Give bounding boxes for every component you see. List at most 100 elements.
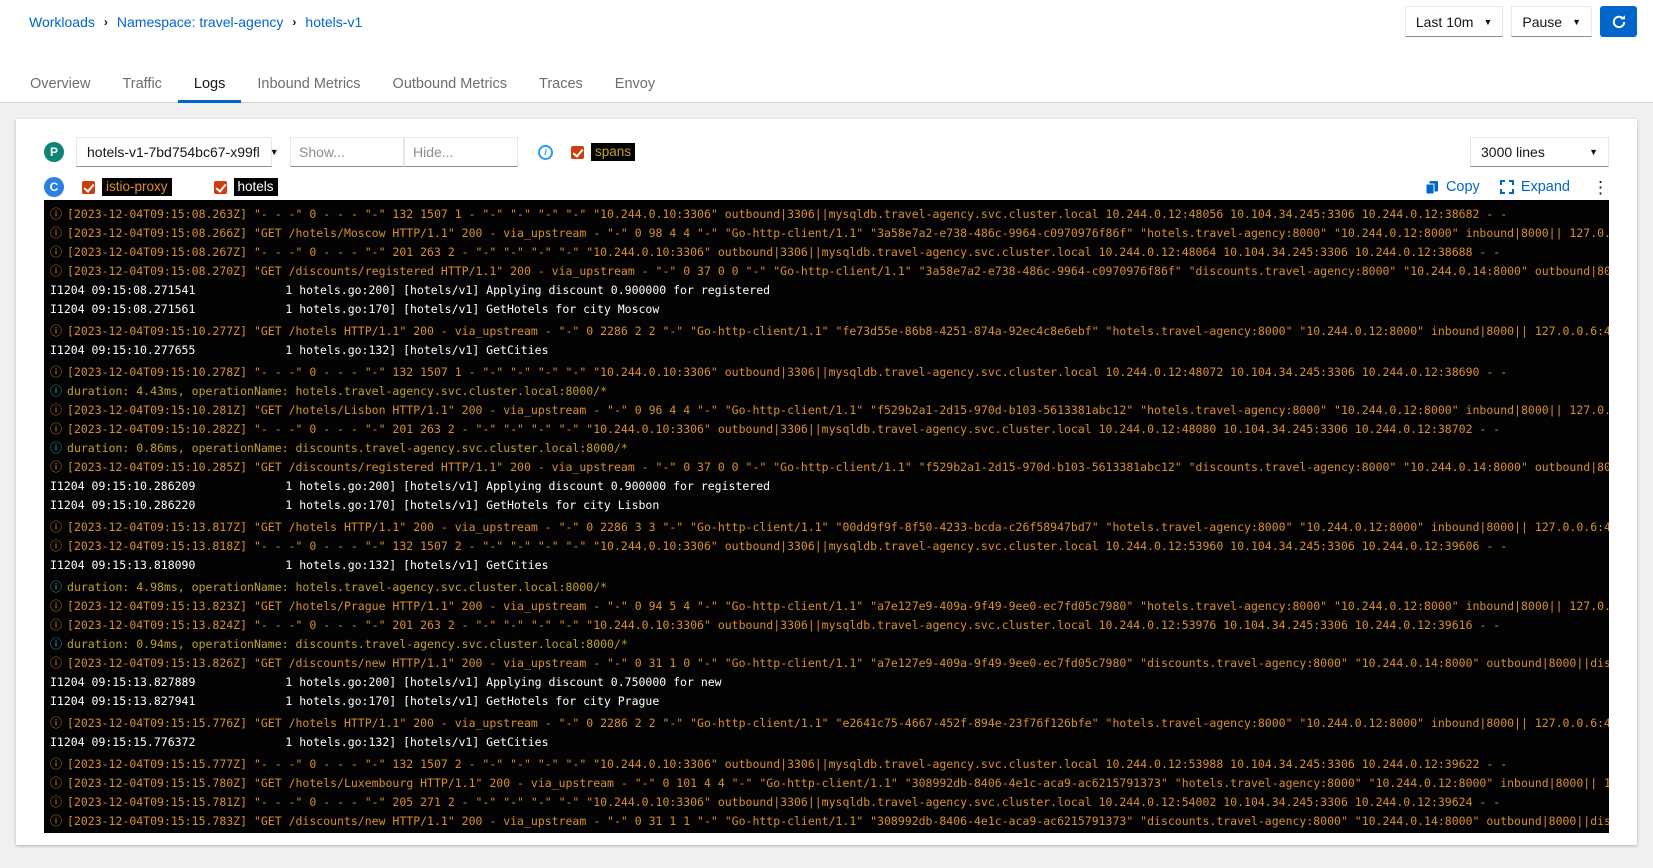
pod-select-value: hotels-v1-7bd754bc67-x99fl	[87, 144, 260, 160]
log-line: ⓘ[2023-12-04T09:15:08.263Z] "- - -" 0 - …	[50, 205, 1609, 224]
info-icon: ⓘ	[50, 755, 62, 774]
log-line: ⓘ duration: 4.98ms, operationName: hotels…	[50, 578, 1609, 597]
log-line: ⓘ[2023-12-04T09:15:15.777Z] "- - -" 0 - …	[50, 755, 1609, 774]
log-line-text: [2023-12-04T09:15:10.278Z] "- - -" 0 - -…	[67, 365, 1507, 379]
breadcrumb-workload-name[interactable]: hotels-v1	[305, 14, 362, 30]
refresh-interval-value: Pause	[1522, 14, 1562, 30]
show-filter-input[interactable]	[290, 137, 404, 167]
info-icon: ⓘ	[50, 262, 62, 281]
chevron-right-icon: ›	[104, 15, 108, 29]
log-line-text: [2023-12-04T09:15:08.263Z] "- - -" 0 - -…	[67, 207, 1507, 221]
span-info-icon[interactable]: ⓘ	[50, 578, 62, 597]
log-line-text: [2023-12-04T09:15:15.780Z] "GET /hotels/…	[67, 776, 1609, 790]
span-info-icon[interactable]: ⓘ	[50, 382, 62, 401]
tab-outbound-metrics[interactable]: Outbound Metrics	[377, 70, 523, 102]
refresh-interval-select[interactable]: Pause ▼	[1511, 6, 1592, 37]
breadcrumb-workloads[interactable]: Workloads	[29, 14, 95, 30]
content-area: P hotels-v1-7bd754bc67-x99fl ▼ i spans 3…	[0, 103, 1653, 868]
log-line-text: duration: 0.86ms, operationName: discoun…	[67, 441, 628, 455]
hotels-checkbox[interactable]	[214, 181, 227, 194]
log-line-text: [2023-12-04T09:15:10.282Z] "- - -" 0 - -…	[67, 422, 1500, 436]
copy-icon	[1425, 180, 1439, 195]
log-line-text: I1204 09:15:13.818090 1 hotels.go:132] […	[50, 558, 549, 572]
log-line-text: duration: 4.43ms, operationName: hotels.…	[67, 384, 607, 398]
log-line: ⓘ[2023-12-04T09:15:13.817Z] "GET /hotels…	[50, 518, 1609, 537]
copy-button[interactable]: Copy	[1425, 179, 1480, 195]
log-line-text: I1204 09:15:10.286209 1 hotels.go:200] […	[50, 479, 770, 493]
log-line-text: I1204 09:15:08.271541 1 hotels.go:200] […	[50, 283, 770, 297]
log-line: I1204 09:15:13.827941 1 hotels.go:170] […	[50, 692, 1609, 711]
log-line: ⓘ [2023-12-04T09:15:13.824Z] "- - -" 0 - …	[50, 616, 1609, 635]
log-line: I1204 09:15:15.776372 1 hotels.go:132] […	[50, 733, 1609, 752]
log-line-text: duration: 0.94ms, operationName: discoun…	[67, 637, 628, 651]
log-line-text: [2023-12-04T09:15:13.826Z] "GET /discoun…	[67, 656, 1609, 670]
workload-tabs: Overview Traffic Logs Inbound Metrics Ou…	[0, 70, 1653, 103]
info-icon: ⓘ	[50, 420, 62, 439]
istio-proxy-checkbox[interactable]	[82, 181, 95, 194]
log-line: ⓘ[2023-12-04T09:15:10.277Z] "GET /hotels…	[50, 322, 1609, 341]
breadcrumb: Workloads › Namespace: travel-agency › h…	[29, 14, 362, 30]
log-line: I1204 09:15:08.271561 1 hotels.go:170] […	[50, 300, 1609, 319]
log-line: ⓘ duration: 0.94ms, operationName: discou…	[50, 635, 1609, 654]
log-line-text: [2023-12-04T09:15:08.266Z] "GET /hotels/…	[67, 226, 1609, 240]
refresh-button[interactable]	[1600, 6, 1637, 37]
info-icon: ⓘ	[50, 518, 62, 537]
expand-button[interactable]: Expand	[1500, 179, 1570, 195]
log-line: ⓘ [2023-12-04T09:15:15.776Z] "GET /hotels…	[50, 714, 1609, 733]
info-icon: ⓘ	[50, 597, 62, 616]
pod-select[interactable]: hotels-v1-7bd754bc67-x99fl ▼	[76, 137, 272, 167]
log-line: ⓘ[2023-12-04T09:15:13.818Z] "- - -" 0 - …	[50, 537, 1609, 556]
logs-toolbar: P hotels-v1-7bd754bc67-x99fl ▼ i spans 3…	[44, 137, 1609, 167]
expand-icon	[1500, 180, 1514, 194]
tab-traffic[interactable]: Traffic	[106, 70, 177, 102]
hotels-label: hotels	[234, 178, 278, 196]
info-icon: ⓘ	[50, 243, 62, 262]
tab-traces[interactable]: Traces	[523, 70, 599, 102]
log-line: I1204 09:15:10.286220 1 hotels.go:170] […	[50, 496, 1609, 515]
log-line: I1204 09:15:10.286209 1 hotels.go:200] […	[50, 477, 1609, 496]
log-line-text: duration: 4.98ms, operationName: hotels.…	[67, 580, 607, 594]
info-icon: ⓘ	[50, 812, 62, 831]
log-line-text: [2023-12-04T09:15:15.781Z] "- - -" 0 - -…	[67, 795, 1500, 809]
lines-count-select[interactable]: 3000 lines ▼	[1470, 137, 1609, 167]
info-icon: ⓘ	[50, 616, 62, 635]
istio-proxy-label: istio-proxy	[102, 178, 172, 196]
log-line-text: I1204 09:15:13.827941 1 hotels.go:170] […	[50, 694, 659, 708]
logs-card: P hotels-v1-7bd754bc67-x99fl ▼ i spans 3…	[16, 119, 1637, 845]
tab-logs[interactable]: Logs	[178, 70, 241, 102]
duration-select[interactable]: Last 10m ▼	[1405, 6, 1504, 37]
log-line: I1204 09:15:13.827889 1 hotels.go:200] […	[50, 673, 1609, 692]
info-icon: ⓘ	[50, 401, 62, 420]
chevron-down-icon: ▼	[1572, 17, 1581, 27]
info-icon[interactable]: i	[538, 145, 553, 160]
log-line-text: [2023-12-04T09:15:15.776Z] "GET /hotels …	[67, 716, 1609, 730]
info-icon: ⓘ	[50, 537, 62, 556]
info-icon: ⓘ	[50, 363, 62, 382]
tab-inbound-metrics[interactable]: Inbound Metrics	[241, 70, 376, 102]
spans-label: spans	[591, 143, 635, 161]
log-line-text: I1204 09:15:08.271561 1 hotels.go:170] […	[50, 302, 659, 316]
tab-envoy[interactable]: Envoy	[599, 70, 671, 102]
span-info-icon[interactable]: ⓘ	[50, 635, 62, 654]
breadcrumb-namespace[interactable]: Namespace: travel-agency	[117, 14, 284, 30]
log-line: I1204 09:15:10.277655 1 hotels.go:132] […	[50, 341, 1609, 360]
log-line-text: [2023-12-04T09:15:08.270Z] "GET /discoun…	[67, 264, 1609, 278]
log-line: ⓘ [2023-12-04T09:15:10.278Z] "- - -" 0 - …	[50, 363, 1609, 382]
info-icon: ⓘ	[50, 793, 62, 812]
spans-checkbox[interactable]	[571, 146, 584, 159]
log-line-text: [2023-12-04T09:15:10.281Z] "GET /hotels/…	[67, 403, 1609, 417]
log-line: ⓘ[2023-12-04T09:15:10.285Z] "GET /discou…	[50, 458, 1609, 477]
lines-count-value: 3000 lines	[1481, 144, 1545, 160]
tab-overview[interactable]: Overview	[14, 70, 106, 102]
info-icon: ⓘ	[50, 714, 62, 733]
kebab-menu-icon[interactable]: ⋮	[1592, 179, 1609, 196]
log-line-text: [2023-12-04T09:15:15.783Z] "GET /discoun…	[67, 814, 1609, 828]
log-line-text: I1204 09:15:10.286220 1 hotels.go:170] […	[50, 498, 659, 512]
log-panel[interactable]: ⓘ [2023-12-04T09:15:08.263Z] "- - -" 0 - …	[44, 200, 1609, 833]
hide-filter-input[interactable]	[404, 137, 518, 167]
span-info-icon[interactable]: ⓘ	[50, 439, 62, 458]
log-line: I1204 09:15:13.818090 1 hotels.go:132] […	[50, 556, 1609, 575]
containers-toolbar: C istio-proxy hotels Copy	[44, 176, 1609, 198]
log-line-text: [2023-12-04T09:15:13.824Z] "- - -" 0 - -…	[67, 618, 1500, 632]
log-line: ⓘ [2023-12-04T09:15:10.282Z] "- - -" 0 - …	[50, 420, 1609, 439]
